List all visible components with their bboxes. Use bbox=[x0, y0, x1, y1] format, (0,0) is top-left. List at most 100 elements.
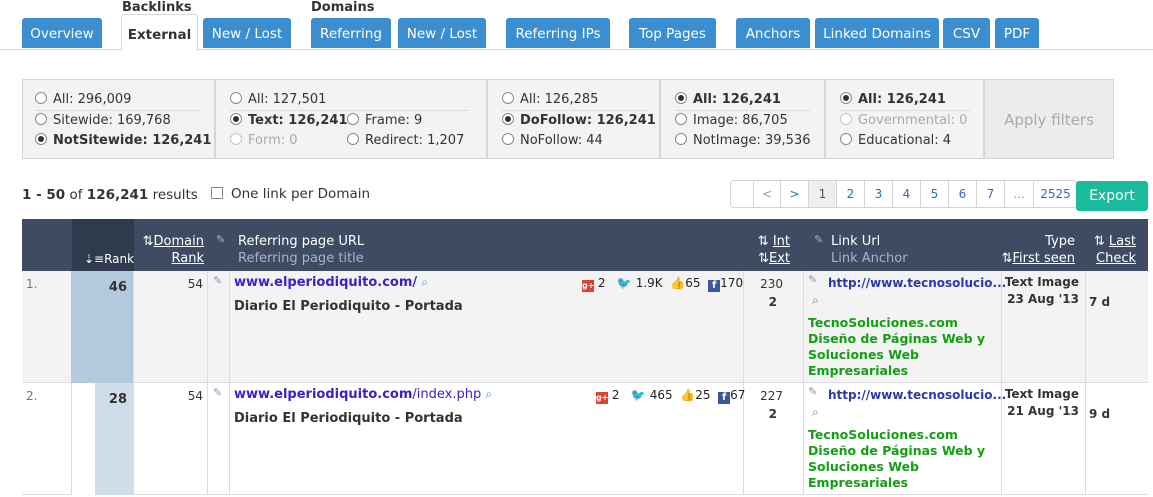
thumbs-up-icon: 👍 bbox=[680, 388, 696, 402]
link-url[interactable]: http://www.tecnosolucio... bbox=[828, 388, 1006, 402]
tab-overview[interactable]: Overview bbox=[22, 18, 102, 48]
edit-icon[interactable]: ✎ bbox=[808, 385, 817, 398]
tab-anchors[interactable]: Anchors bbox=[736, 18, 810, 48]
filter-option-educational[interactable]: Educational: 4 bbox=[840, 133, 951, 149]
radio-icon bbox=[230, 92, 242, 104]
edit-icon[interactable]: ✎ bbox=[213, 386, 222, 399]
link-url[interactable]: http://www.tecnosolucio... bbox=[828, 276, 1006, 290]
filter-option-all[interactable]: All: 127,501 bbox=[230, 92, 326, 108]
filter-group-link-type: All: 127,501 Text: 126,241 Frame: 9 Form… bbox=[215, 79, 487, 159]
header-last-check[interactable]: ⇅ Last Check bbox=[1090, 233, 1136, 267]
header-type-first-seen[interactable]: Type ⇅First seen bbox=[992, 233, 1075, 267]
tab-referring-ips[interactable]: Referring IPs bbox=[506, 18, 610, 48]
results-toolbar: 1 - 50 of 126,241 results One link per D… bbox=[22, 180, 1152, 212]
filter-group-follow: All: 126,285 DoFollow: 126,241 NoFollow:… bbox=[487, 79, 660, 159]
pager-prev[interactable]: < bbox=[753, 181, 781, 207]
export-button[interactable]: Export bbox=[1076, 181, 1148, 211]
pager-page-7[interactable]: 7 bbox=[977, 181, 1005, 207]
radio-selected-icon bbox=[675, 92, 687, 104]
social-counts: g+ 2 🐦 465 👍25 f 67 bbox=[596, 388, 746, 404]
filter-group-sitewide: All: 296,009 Sitewide: 169,768 NotSitewi… bbox=[22, 79, 215, 159]
one-link-per-domain-checkbox[interactable]: One link per Domain bbox=[211, 186, 370, 202]
edit-cell: ✎ bbox=[208, 271, 230, 383]
twitter-icon: 🐦 bbox=[616, 276, 632, 290]
tab-pdf[interactable]: PDF bbox=[995, 18, 1039, 48]
pager-page-3[interactable]: 3 bbox=[865, 181, 893, 207]
radio-icon bbox=[347, 133, 359, 145]
social-counts: g+ 2 🐦 1.9K 👍65 f 170 bbox=[582, 276, 744, 292]
pager-page-2[interactable]: 2 bbox=[837, 181, 865, 207]
radio-icon bbox=[675, 113, 687, 125]
link-anchor: TecnoSoluciones.com Diseño de Páginas We… bbox=[808, 315, 986, 378]
tab-linked-domains[interactable]: Linked Domains bbox=[815, 18, 939, 48]
referring-page-cell: www.elperiodiquito.com/index.php ⌕ Diari… bbox=[230, 383, 746, 495]
google-plus-icon: g+ bbox=[582, 280, 595, 292]
tab-referring[interactable]: Referring bbox=[311, 18, 391, 48]
search-page-icon[interactable]: ⌕ bbox=[421, 275, 433, 289]
filter-option-all[interactable]: All: 126,241 bbox=[675, 92, 781, 108]
filter-option-all[interactable]: All: 126,241 bbox=[840, 92, 946, 108]
tab-domains-new-lost[interactable]: New / Lost bbox=[398, 18, 486, 48]
last-check-cell: 9 d bbox=[1089, 407, 1111, 421]
search-page-icon[interactable]: ⌕ bbox=[812, 405, 824, 419]
radio-selected-icon bbox=[230, 113, 242, 125]
pager-page-4[interactable]: 4 bbox=[893, 181, 921, 207]
edit-icon[interactable]: ✎ bbox=[808, 273, 817, 286]
referring-url-link[interactable]: www.elperiodiquito.com/index.php bbox=[234, 387, 481, 402]
link-anchor: TecnoSoluciones.com Diseño de Páginas We… bbox=[808, 427, 986, 490]
filter-group-image: All: 126,241 Image: 86,705 NotImage: 39,… bbox=[660, 79, 825, 159]
int-ext-cell: 230 2 bbox=[744, 271, 804, 383]
thumbs-up-icon: 👍 bbox=[670, 276, 686, 290]
divider bbox=[230, 110, 470, 111]
header-rank[interactable]: ⇣≡Rank bbox=[84, 251, 134, 268]
table-row: 2. 28 54 ✎ www.elperiodiquito.com/index.… bbox=[22, 383, 1148, 495]
checkbox-icon bbox=[211, 187, 223, 199]
filter-option-image[interactable]: Image: 86,705 bbox=[675, 113, 788, 129]
header-int-ext[interactable]: ⇅ Int ⇅Ext bbox=[752, 233, 790, 267]
last-check-cell: 7 d bbox=[1089, 295, 1111, 309]
divider bbox=[35, 110, 200, 111]
pager-page-last[interactable]: 2525 bbox=[1034, 181, 1077, 207]
pager-next[interactable]: > bbox=[781, 181, 809, 207]
sort-icon: ⇅ bbox=[142, 234, 154, 249]
tab-top-pages[interactable]: Top Pages bbox=[629, 18, 716, 48]
filter-option-notsitewide[interactable]: NotSitewide: 126,241 bbox=[35, 133, 211, 149]
table-row: 1. 46 54 ✎ www.elperiodiquito.com/ ⌕ Dia… bbox=[22, 271, 1148, 383]
apply-filters-button[interactable]: Apply filters bbox=[984, 79, 1114, 159]
filter-option-all[interactable]: All: 126,285 bbox=[502, 92, 598, 108]
filter-option-nofollow[interactable]: NoFollow: 44 bbox=[502, 133, 603, 149]
radio-disabled-icon bbox=[230, 133, 242, 145]
pager-page-5[interactable]: 5 bbox=[921, 181, 949, 207]
pager-page-1[interactable]: 1 bbox=[809, 181, 837, 207]
radio-disabled-icon bbox=[840, 113, 852, 125]
edit-icon: ✎ bbox=[814, 233, 824, 246]
filter-option-sitewide[interactable]: Sitewide: 169,768 bbox=[35, 113, 171, 129]
tab-external[interactable]: External bbox=[121, 14, 198, 51]
tab-csv[interactable]: CSV bbox=[943, 18, 990, 48]
referring-page-cell: www.elperiodiquito.com/ ⌕ Diario El Peri… bbox=[230, 271, 744, 383]
group-label-domains: Domains bbox=[311, 0, 375, 15]
filter-option-notimage[interactable]: NotImage: 39,536 bbox=[675, 133, 811, 149]
edit-icon[interactable]: ✎ bbox=[213, 274, 222, 287]
filter-option-all[interactable]: All: 296,009 bbox=[35, 92, 131, 108]
referring-url-link[interactable]: www.elperiodiquito.com/ bbox=[234, 275, 417, 290]
pager-page-6[interactable]: 6 bbox=[949, 181, 977, 207]
header-link: Link Url Link Anchor bbox=[831, 234, 908, 266]
tab-backlinks-new-lost[interactable]: New / Lost bbox=[203, 18, 291, 48]
twitter-icon: 🐦 bbox=[630, 388, 646, 402]
backlinks-table: ⇣≡Rank ⇅Domain Rank ✎ Referring page URL R… bbox=[22, 219, 1148, 497]
filter-option-text[interactable]: Text: 126,241 bbox=[230, 113, 348, 129]
filter-option-frame[interactable]: Frame: 9 bbox=[347, 113, 422, 129]
filter-option-redirect[interactable]: Redirect: 1,207 bbox=[347, 133, 464, 149]
radio-icon bbox=[347, 113, 359, 125]
row-number-cell: 1. bbox=[22, 271, 72, 383]
edit-cell: ✎ bbox=[208, 383, 230, 495]
sort-icon: ⇅ bbox=[758, 251, 769, 266]
header-domain-rank[interactable]: ⇅Domain Rank bbox=[136, 233, 204, 267]
domain-rank-cell: 54 bbox=[134, 383, 208, 495]
search-page-icon[interactable]: ⌕ bbox=[812, 293, 824, 307]
filter-option-dofollow[interactable]: DoFollow: 126,241 bbox=[502, 113, 656, 129]
radio-icon bbox=[502, 133, 514, 145]
search-page-icon[interactable]: ⌕ bbox=[485, 387, 497, 401]
radio-icon bbox=[840, 133, 852, 145]
